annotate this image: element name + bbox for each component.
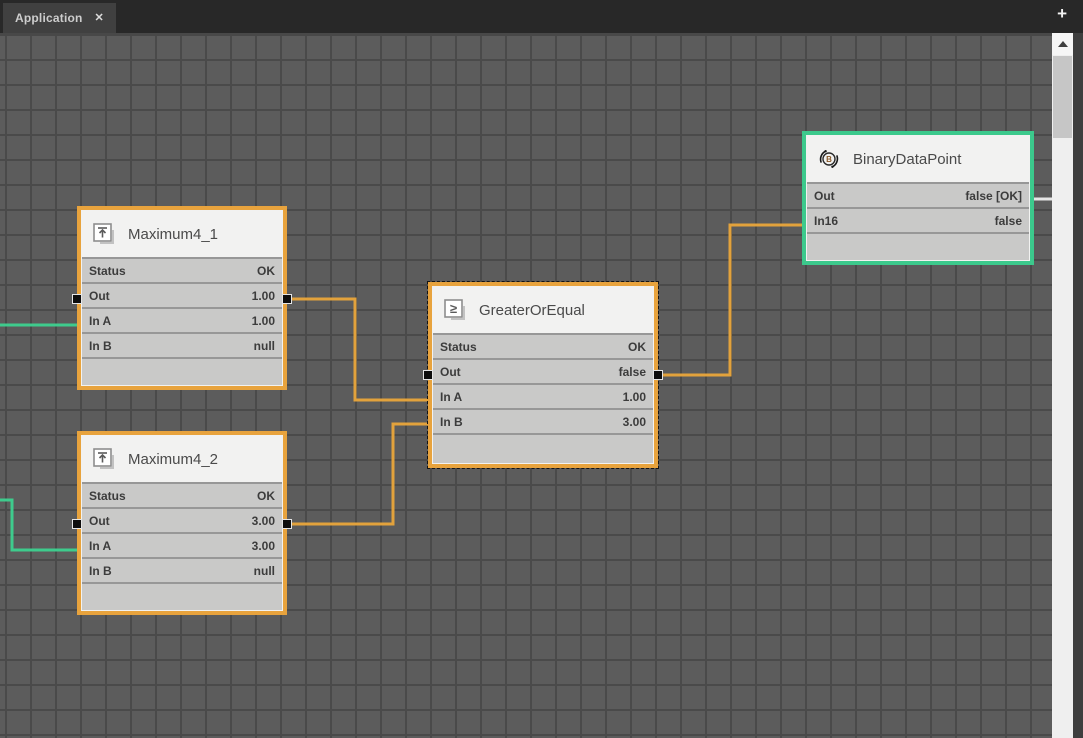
connection-handle-maximum4_2-out-right[interactable] — [282, 519, 292, 529]
slot-inB[interactable]: In B null — [82, 332, 282, 357]
svg-text:B: B — [826, 155, 832, 164]
block-greaterorequal[interactable]: ≥ GreaterOrEqual Status OK Out false In … — [428, 282, 658, 468]
block-title: BinaryDataPoint — [853, 151, 961, 168]
slot-value: null — [254, 564, 275, 578]
slot-label: Status — [89, 489, 126, 503]
slot-label: Status — [89, 264, 126, 278]
block-footer — [82, 357, 282, 385]
slot-label: In A — [89, 539, 111, 553]
slot-status[interactable]: Status OK — [433, 333, 653, 358]
slot-in16[interactable]: In16 false — [807, 207, 1029, 232]
slot-label: Out — [814, 189, 835, 203]
slot-value: false — [995, 214, 1022, 228]
wire-input-to-maximum4_2-inA[interactable] — [0, 500, 79, 550]
slot-label: Out — [89, 514, 110, 528]
block-header[interactable]: Maximum4_1 — [82, 211, 282, 257]
tab-application[interactable]: Application ✕ — [3, 3, 116, 33]
add-tab-icon[interactable]: + — [1057, 5, 1067, 22]
slot-value: null — [254, 339, 275, 353]
slot-label: In A — [440, 390, 462, 404]
slot-inB[interactable]: In B null — [82, 557, 282, 582]
block-maximum4_2[interactable]: Maximum4_2 Status OK Out 3.00 In A 3.00 … — [77, 431, 287, 615]
tab-label: Application — [15, 11, 83, 25]
maximum-icon — [92, 222, 116, 246]
slot-value: 1.00 — [252, 314, 275, 328]
window-edge — [1073, 33, 1083, 738]
slot-value: 3.00 — [623, 415, 646, 429]
block-title: Maximum4_2 — [128, 451, 218, 468]
slot-inA[interactable]: In A 1.00 — [82, 307, 282, 332]
slot-label: In A — [89, 314, 111, 328]
maximum-icon — [92, 447, 116, 471]
slot-value: OK — [257, 264, 275, 278]
slot-out[interactable]: Out false [OK] — [807, 182, 1029, 207]
slot-value: 1.00 — [252, 289, 275, 303]
block-maximum4_1[interactable]: Maximum4_1 Status OK Out 1.00 In A 1.00 … — [77, 206, 287, 390]
slot-out[interactable]: Out 1.00 — [82, 282, 282, 307]
slot-status[interactable]: Status OK — [82, 257, 282, 282]
connection-handle-maximum4_1-out-left[interactable] — [72, 294, 82, 304]
block-header[interactable]: ≥ GreaterOrEqual — [433, 287, 653, 333]
connection-handle-maximum4_1-out-right[interactable] — [282, 294, 292, 304]
wire-maximum4_1-out-to-greaterorequal-inA[interactable] — [287, 299, 430, 400]
slot-label: Out — [440, 365, 461, 379]
block-footer — [433, 433, 653, 463]
connection-handle-greaterorequal-out-left[interactable] — [423, 370, 433, 380]
block-header[interactable]: B BinaryDataPoint — [807, 136, 1029, 182]
slot-label: In B — [440, 415, 463, 429]
slot-value: false [OK] — [965, 189, 1022, 203]
slot-label: In B — [89, 339, 112, 353]
slot-inB[interactable]: In B 3.00 — [433, 408, 653, 433]
block-title: Maximum4_1 — [128, 226, 218, 243]
block-header[interactable]: Maximum4_2 — [82, 436, 282, 482]
block-footer — [82, 582, 282, 610]
slot-value: 1.00 — [623, 390, 646, 404]
slot-inA[interactable]: In A 1.00 — [433, 383, 653, 408]
block-footer — [807, 232, 1029, 260]
block-title: GreaterOrEqual — [479, 302, 585, 319]
slot-value: false — [619, 365, 646, 379]
slot-label: In B — [89, 564, 112, 578]
block-binarydatapoint[interactable]: B BinaryDataPoint Out false [OK] In16 fa… — [802, 131, 1034, 265]
wiresheet-canvas[interactable]: Maximum4_1 Status OK Out 1.00 In A 1.00 … — [0, 33, 1052, 738]
slot-value: OK — [628, 340, 646, 354]
svg-text:≥: ≥ — [450, 301, 457, 316]
slot-value: 3.00 — [252, 539, 275, 553]
slot-label: In16 — [814, 214, 838, 228]
greater-or-equal-icon: ≥ — [443, 298, 467, 322]
slot-value: OK — [257, 489, 275, 503]
slot-label: Out — [89, 289, 110, 303]
wire-maximum4_2-out-to-greaterorequal-inB[interactable] — [287, 424, 430, 524]
wire-greaterorequal-out-to-binarydatapoint-in16[interactable] — [658, 225, 804, 375]
scrollbar-thumb[interactable] — [1053, 56, 1072, 138]
slot-label: Status — [440, 340, 477, 354]
scroll-up-button[interactable] — [1052, 33, 1073, 55]
connection-handle-greaterorequal-out-right[interactable] — [653, 370, 663, 380]
slot-out[interactable]: Out false — [433, 358, 653, 383]
chevron-up-icon — [1058, 41, 1068, 47]
slot-value: 3.00 — [252, 514, 275, 528]
connection-handle-maximum4_2-out-left[interactable] — [72, 519, 82, 529]
close-icon[interactable]: ✕ — [95, 13, 104, 24]
binary-data-point-icon: B — [817, 147, 841, 171]
slot-out[interactable]: Out 3.00 — [82, 507, 282, 532]
tab-bar: Application ✕ + — [0, 0, 1083, 33]
slot-inA[interactable]: In A 3.00 — [82, 532, 282, 557]
slot-status[interactable]: Status OK — [82, 482, 282, 507]
vertical-scrollbar[interactable] — [1052, 33, 1073, 738]
